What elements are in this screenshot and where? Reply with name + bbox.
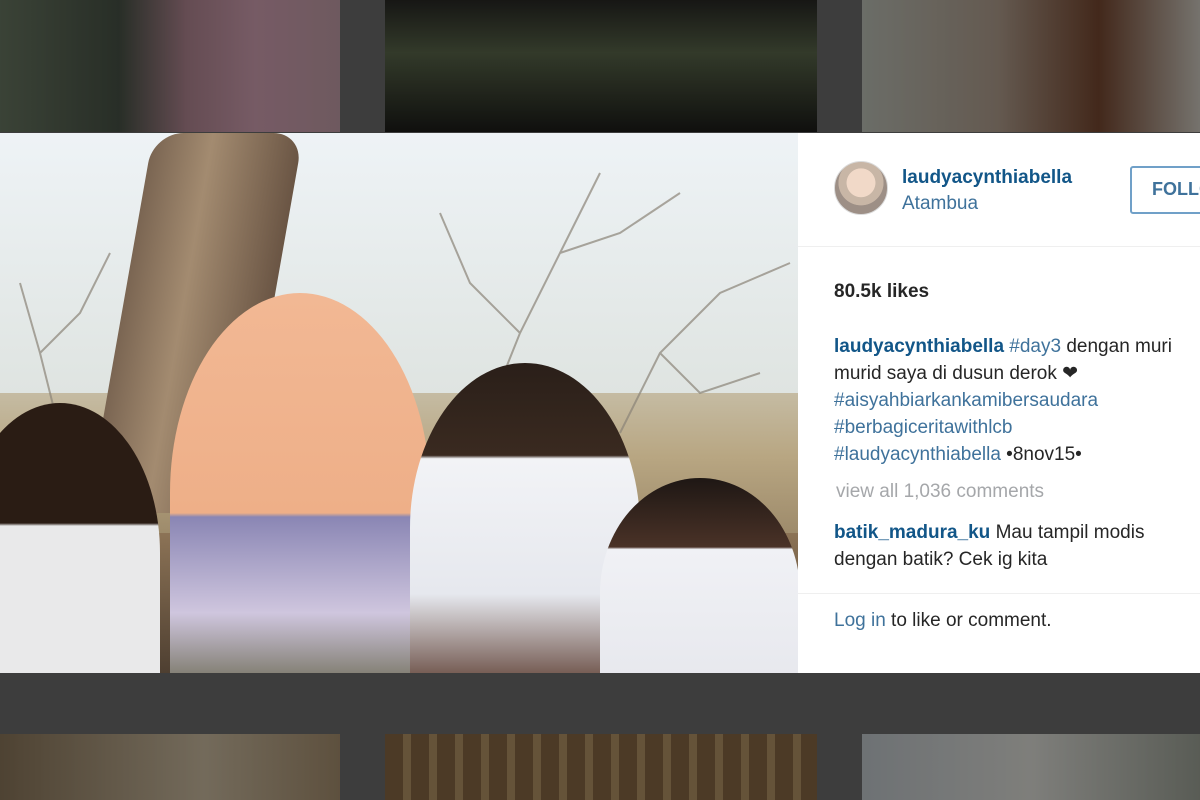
hashtag-link[interactable]: #aisyahbiarkankamibersaudara xyxy=(834,390,1098,411)
login-link[interactable]: Log in xyxy=(834,610,886,631)
follow-button[interactable]: FOLLOW xyxy=(1130,166,1200,214)
post-modal: laudyacynthiabella Atambua FOLLOW 80.5k … xyxy=(0,133,1200,673)
post-header: laudyacynthiabella Atambua FOLLOW xyxy=(798,133,1200,247)
post-footer xyxy=(798,593,1200,673)
grid-thumbnail[interactable] xyxy=(862,734,1200,800)
username-link[interactable]: laudyacynthiabella xyxy=(902,167,1072,189)
heart-icon: ❤ xyxy=(1062,363,1079,384)
comment: batik_madura_ku Mau tampil modis dengan … xyxy=(834,519,1144,573)
login-text: to like or comment. xyxy=(885,610,1052,631)
comment-text: Mau tampil modis xyxy=(990,522,1145,543)
grid-thumbnail[interactable] xyxy=(0,734,340,800)
person-hijab xyxy=(170,293,430,673)
grid-thumbnail[interactable] xyxy=(862,0,1200,132)
avatar[interactable] xyxy=(834,161,888,215)
post-photo[interactable] xyxy=(0,133,798,673)
grid-thumbnail[interactable] xyxy=(0,0,340,132)
view-all-comments-link[interactable]: view all 1,036 comments xyxy=(836,481,1044,503)
hashtag-link[interactable]: #day3 xyxy=(1009,336,1061,357)
hashtag-link[interactable]: #laudyacynthiabella xyxy=(834,444,1001,465)
caption-date: •8nov15• xyxy=(1000,444,1082,465)
comment-author-link[interactable]: batik_madura_ku xyxy=(834,522,990,543)
comment-text: dengan batik? Cek ig kita xyxy=(834,549,1048,570)
caption: laudyacynthiabella #day3 dengan muri mur… xyxy=(834,333,1200,468)
caption-text: murid saya di dusun derok xyxy=(834,363,1057,384)
likes-count[interactable]: 80.5k likes xyxy=(834,281,929,303)
login-prompt: Log in to like or comment. xyxy=(834,610,1052,632)
location-link[interactable]: Atambua xyxy=(902,193,978,215)
grid-thumbnail[interactable] xyxy=(385,0,817,132)
hashtag-link[interactable]: #berbagiceritawithlcb xyxy=(834,417,1013,438)
caption-author-link[interactable]: laudyacynthiabella xyxy=(834,336,1004,357)
post-sidebar: laudyacynthiabella Atambua FOLLOW 80.5k … xyxy=(798,133,1200,673)
grid-thumbnail[interactable] xyxy=(385,734,817,800)
caption-text: dengan muri xyxy=(1061,336,1172,357)
